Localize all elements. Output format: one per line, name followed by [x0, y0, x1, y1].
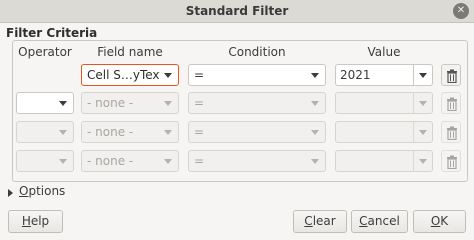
chevron-down-icon — [311, 73, 319, 78]
chevron-down-icon — [419, 130, 427, 135]
condition-select-2[interactable]: = — [188, 92, 326, 114]
header-operator: Operator — [18, 45, 72, 59]
help-button[interactable]: Help — [8, 210, 63, 233]
field-select-1-text: Cell S…yText — [87, 68, 160, 82]
condition-select-2-text: = — [194, 96, 205, 110]
field-select-1[interactable]: Cell S…yText — [81, 64, 179, 86]
combo-divider — [413, 122, 414, 142]
chevron-down-icon — [164, 73, 172, 78]
condition-select-4-text: = — [194, 154, 205, 168]
chevron-down-icon — [419, 101, 427, 106]
field-select-4-text: - none - — [87, 154, 134, 168]
chevron-down-icon — [59, 159, 67, 164]
window-title: Standard Filter — [185, 4, 289, 18]
section-title: Filter Criteria — [6, 26, 98, 40]
chevron-down-icon — [419, 159, 427, 164]
chevron-down-icon — [164, 159, 172, 164]
value-combo-4[interactable] — [335, 150, 433, 172]
field-select-2-text: - none - — [87, 96, 134, 110]
combo-divider — [413, 151, 414, 171]
trash-icon — [447, 126, 457, 140]
value-combo-1-text: 2021 — [340, 68, 371, 82]
field-select-4[interactable]: - none - — [81, 150, 179, 172]
combo-divider — [413, 93, 414, 113]
close-icon[interactable]: ✕ — [453, 3, 469, 19]
trash-icon — [447, 69, 457, 83]
trash-icon — [447, 97, 457, 111]
operator-select-2[interactable] — [16, 92, 74, 114]
chevron-down-icon — [419, 73, 427, 78]
condition-select-1-text: = — [194, 68, 205, 82]
remove-row-1-button[interactable] — [441, 64, 461, 86]
cancel-button[interactable]: Cancel — [351, 210, 408, 233]
field-select-3[interactable]: - none - — [81, 121, 179, 143]
field-select-2[interactable]: - none - — [81, 92, 179, 114]
remove-row-3-button[interactable] — [441, 121, 461, 143]
condition-select-3-text: = — [194, 125, 205, 139]
title-bar: Standard Filter ✕ — [0, 0, 474, 23]
condition-select-1[interactable]: = — [188, 64, 326, 86]
triangle-right-icon — [8, 189, 13, 197]
value-combo-1[interactable]: 2021 — [335, 64, 433, 86]
value-combo-3[interactable] — [335, 121, 433, 143]
operator-select-4[interactable] — [16, 150, 74, 172]
header-value: Value — [367, 45, 401, 59]
value-combo-2[interactable] — [335, 92, 433, 114]
field-select-3-text: - none - — [87, 125, 134, 139]
header-field-name: Field name — [97, 45, 163, 59]
clear-button[interactable]: Clear — [293, 210, 347, 233]
condition-select-3[interactable]: = — [188, 121, 326, 143]
options-label: Options — [19, 184, 66, 198]
remove-row-4-button[interactable] — [441, 150, 461, 172]
chevron-down-icon — [311, 130, 319, 135]
combo-divider — [413, 65, 414, 85]
chevron-down-icon — [311, 101, 319, 106]
ok-button[interactable]: OK — [413, 210, 466, 233]
chevron-down-icon — [59, 101, 67, 106]
trash-icon — [447, 155, 457, 169]
chevron-down-icon — [59, 130, 67, 135]
remove-row-2-button[interactable] — [441, 92, 461, 114]
chevron-down-icon — [164, 130, 172, 135]
condition-select-4[interactable]: = — [188, 150, 326, 172]
chevron-down-icon — [311, 159, 319, 164]
operator-select-3[interactable] — [16, 121, 74, 143]
chevron-down-icon — [164, 101, 172, 106]
header-condition: Condition — [228, 45, 286, 59]
